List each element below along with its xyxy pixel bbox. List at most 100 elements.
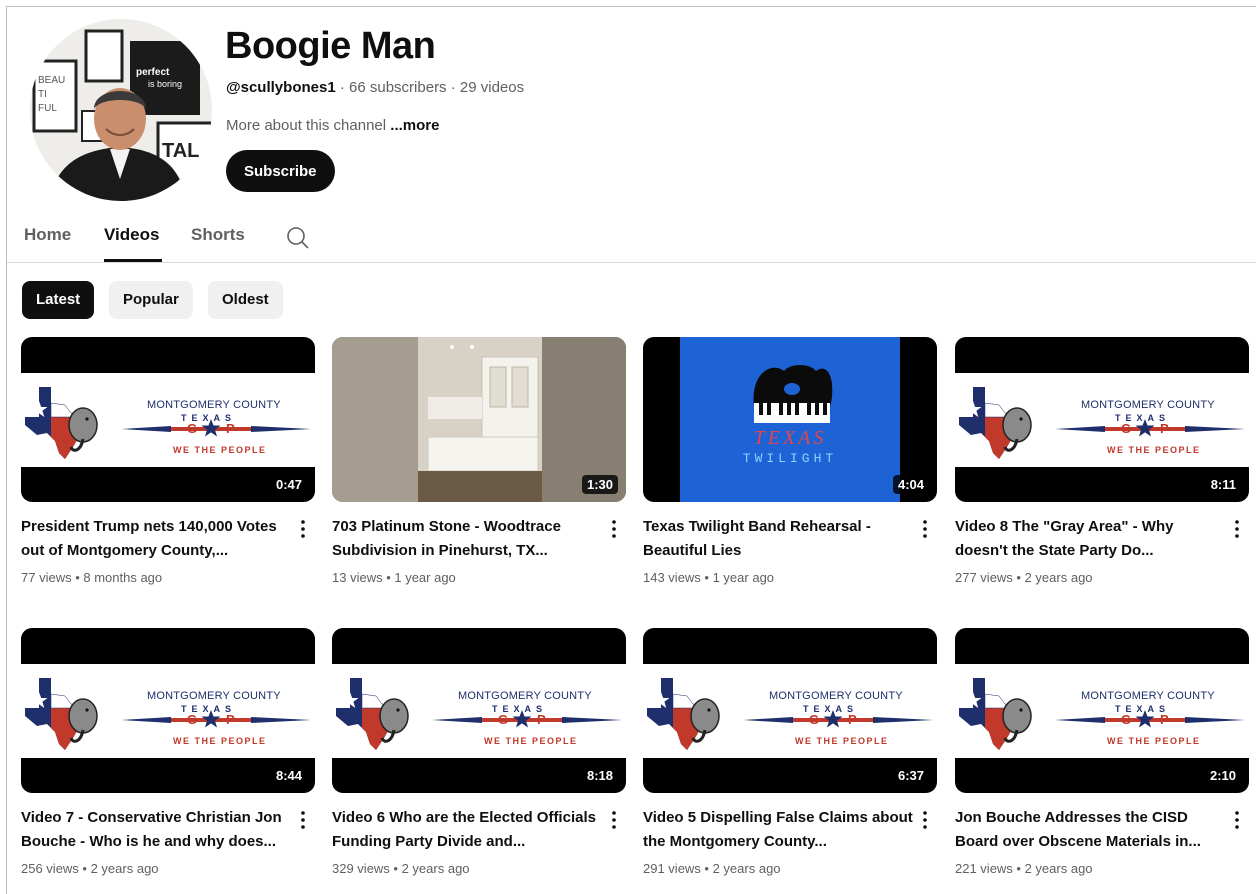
about-channel-link[interactable]: More about this channel ...more — [226, 117, 439, 134]
more-actions-icon[interactable] — [917, 808, 933, 832]
video-title[interactable]: Video 8 The "Gray Area" - Why doesn't th… — [955, 515, 1225, 563]
video-title[interactable]: Jon Bouche Addresses the CISD Board over… — [955, 806, 1225, 854]
video-card[interactable]: MONTGOMERY COUNTY TEXAS G P WE THE PEOPL… — [21, 337, 315, 599]
video-title[interactable]: President Trump nets 140,000 Votes out o… — [21, 515, 291, 563]
video-thumbnail[interactable]: MONTGOMERY COUNTY TEXAS G P WE THE PEOPL… — [21, 337, 315, 502]
stats-separator: • — [1012, 570, 1025, 585]
view-count: 143 views — [643, 570, 701, 585]
upload-age: 2 years ago — [1024, 570, 1093, 585]
gop-line-we-the-people: WE THE PEOPLE — [484, 736, 578, 746]
stats-separator: • — [382, 570, 395, 585]
video-card[interactable]: MONTGOMERY COUNTY TEXAS G P WE THE PEOPL… — [955, 337, 1249, 599]
video-thumbnail[interactable]: MONTGOMERY COUNTY TEXAS G P WE THE PEOPL… — [643, 628, 937, 793]
svg-text:BEAU: BEAU — [38, 75, 65, 86]
svg-text:TI: TI — [38, 89, 47, 100]
texas-elephant-logo — [25, 678, 311, 750]
upload-age: 2 years ago — [401, 861, 470, 876]
more-actions-icon[interactable] — [295, 808, 311, 832]
video-card[interactable]: MONTGOMERY COUNTY TEXAS G P WE THE PEOPL… — [643, 628, 937, 890]
upload-age: 8 months ago — [83, 570, 163, 585]
more-actions-icon[interactable] — [917, 517, 933, 541]
video-stats: 77 views • 8 months ago — [21, 570, 162, 585]
more-link[interactable]: ...more — [390, 117, 439, 134]
chip-popular[interactable]: Popular — [109, 281, 193, 319]
video-thumbnail[interactable]: MONTGOMERY COUNTY TEXAS G P WE THE PEOPL… — [21, 628, 315, 793]
meta-separator: · — [335, 79, 350, 96]
gop-logo-banner: MONTGOMERY COUNTY TEXAS G P WE THE PEOPL… — [643, 664, 937, 758]
svg-text:is boring: is boring — [148, 79, 182, 89]
video-count: 29 videos — [459, 79, 525, 96]
more-actions-icon[interactable] — [606, 808, 622, 832]
subscriber-count: 66 subscribers — [349, 79, 447, 96]
video-duration: 6:37 — [892, 766, 929, 785]
gop-letter-p: P — [537, 712, 546, 727]
texas-elephant-logo — [959, 678, 1245, 750]
video-card[interactable]: 1:30 703 Platinum Stone - Woodtrace Subdi… — [332, 337, 626, 599]
gop-letter-p: P — [226, 712, 235, 727]
view-count: 329 views — [332, 861, 390, 876]
gop-logo-banner: MONTGOMERY COUNTY TEXAS G P WE THE PEOPL… — [21, 664, 315, 758]
video-duration: 8:44 — [270, 766, 307, 785]
stats-separator: • — [78, 861, 91, 876]
gop-letter-g: G — [187, 712, 198, 727]
video-duration: 1:30 — [581, 475, 618, 494]
more-actions-icon[interactable] — [1229, 808, 1245, 832]
video-stats: 329 views • 2 years ago — [332, 861, 470, 876]
active-tab-indicator — [104, 259, 162, 262]
video-duration: 8:18 — [581, 766, 618, 785]
tab-shorts[interactable]: Shorts — [191, 225, 245, 245]
gop-letter-p: P — [1160, 421, 1169, 436]
video-thumbnail[interactable]: MONTGOMERY COUNTY TEXAS G P WE THE PEOPL… — [955, 628, 1249, 793]
stats-separator: • — [700, 570, 713, 585]
video-thumbnail[interactable]: MONTGOMERY COUNTY TEXAS G P WE THE PEOPL… — [955, 337, 1249, 502]
gop-line-we-the-people: WE THE PEOPLE — [173, 736, 267, 746]
gop-line-we-the-people: WE THE PEOPLE — [1107, 445, 1201, 455]
gop-line-county: MONTGOMERY COUNTY — [458, 690, 592, 702]
video-card[interactable]: MONTGOMERY COUNTY TEXAS G P WE THE PEOPL… — [332, 628, 626, 890]
gop-line-county: MONTGOMERY COUNTY — [147, 690, 281, 702]
video-thumbnail[interactable]: MONTGOMERY COUNTY TEXAS G P WE THE PEOPL… — [332, 628, 626, 793]
view-count: 291 views — [643, 861, 701, 876]
tab-videos[interactable]: Videos — [104, 225, 159, 245]
about-text: More about this channel — [226, 117, 391, 134]
tab-home[interactable]: Home — [24, 225, 71, 245]
gop-logo-banner: MONTGOMERY COUNTY TEXAS G P WE THE PEOPL… — [21, 373, 315, 467]
svg-text:FUL: FUL — [38, 103, 57, 114]
more-actions-icon[interactable] — [295, 517, 311, 541]
video-stats: 256 views • 2 years ago — [21, 861, 159, 876]
more-actions-icon[interactable] — [606, 517, 622, 541]
texas-elephant-logo — [647, 678, 933, 750]
video-title[interactable]: Video 6 Who are the Elected Officials Fu… — [332, 806, 602, 854]
texas-elephant-logo — [336, 678, 622, 750]
video-title[interactable]: Texas Twilight Band Rehearsal - Beautifu… — [643, 515, 913, 563]
video-title[interactable]: Video 7 - Conservative Christian Jon Bou… — [21, 806, 291, 854]
channel-name: Boogie Man — [225, 25, 436, 67]
view-count: 77 views — [21, 570, 72, 585]
video-thumbnail[interactable]: 1:30 — [332, 337, 626, 502]
channel-handle: @scullybones1 — [226, 79, 336, 96]
search-icon[interactable] — [285, 225, 311, 251]
video-card[interactable]: MONTGOMERY COUNTY TEXAS G P WE THE PEOPL… — [955, 628, 1249, 890]
stats-separator: • — [700, 861, 713, 876]
subscribe-button[interactable]: Subscribe — [226, 150, 335, 192]
video-thumbnail[interactable]: TEXAS TWILIGHT 4:04 — [643, 337, 937, 502]
chip-latest[interactable]: Latest — [22, 281, 95, 319]
stats-separator: • — [71, 570, 84, 585]
video-title[interactable]: 703 Platinum Stone - Woodtrace Subdivisi… — [332, 515, 602, 563]
gop-letter-g: G — [1121, 712, 1132, 727]
video-title[interactable]: Video 5 Dispelling False Claims about th… — [643, 806, 913, 854]
more-actions-icon[interactable] — [1229, 517, 1245, 541]
video-card[interactable]: TEXAS TWILIGHT 4:04 Texas Twilight Band R… — [643, 337, 937, 599]
gop-letter-g: G — [498, 712, 509, 727]
video-card[interactable]: MONTGOMERY COUNTY TEXAS G P WE THE PEOPL… — [21, 628, 315, 890]
gop-logo-banner: MONTGOMERY COUNTY TEXAS G P WE THE PEOPL… — [332, 664, 626, 758]
chip-oldest[interactable]: Oldest — [208, 281, 283, 319]
stats-separator: • — [389, 861, 402, 876]
twilight-text-twilight: TWILIGHT — [742, 451, 838, 466]
gop-line-we-the-people: WE THE PEOPLE — [173, 445, 267, 455]
channel-avatar[interactable]: BEAU TI FUL perfect is boring TAL — [30, 19, 212, 201]
view-count: 277 views — [955, 570, 1013, 585]
upload-age: 2 years ago — [1024, 861, 1093, 876]
video-duration: 8:11 — [1205, 475, 1241, 494]
channel-meta: @scullybones1 · 66 subscribers · 29 vide… — [226, 79, 524, 96]
